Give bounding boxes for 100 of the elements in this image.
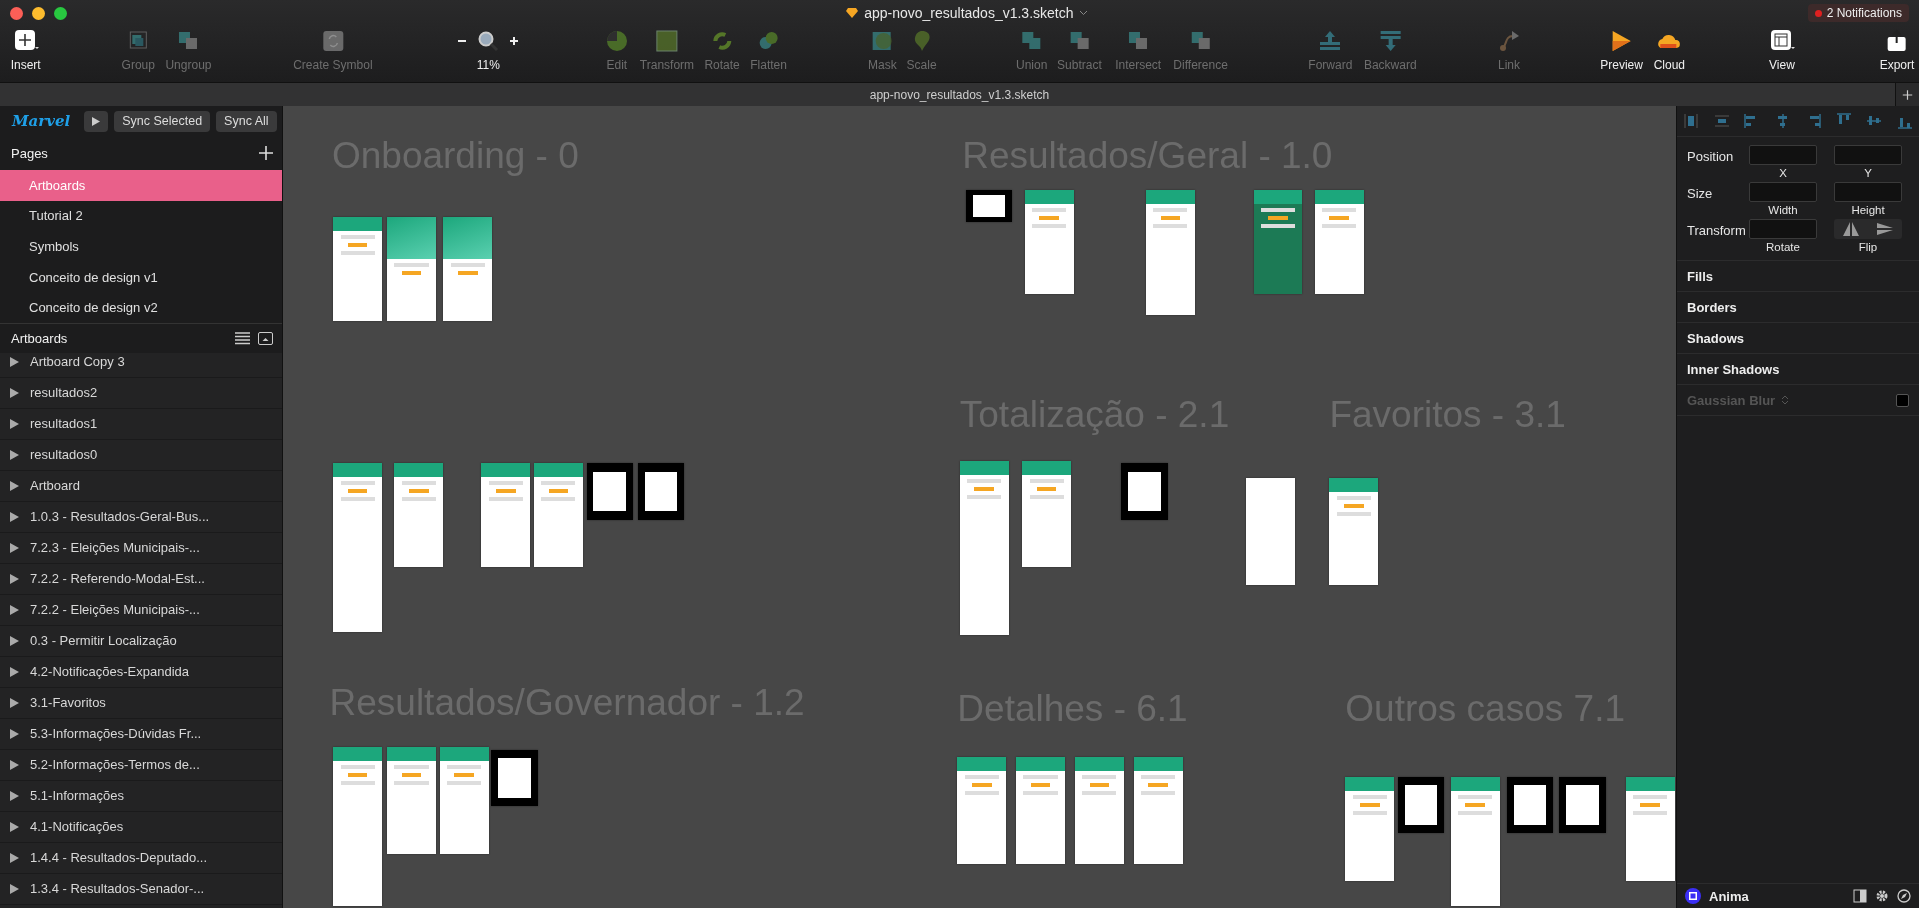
export-tool[interactable]: Export: [1879, 29, 1915, 72]
artboard-thumbnail[interactable]: [387, 747, 436, 854]
artboard-item[interactable]: 3.1-Favoritos: [0, 687, 282, 719]
artboard-thumbnail[interactable]: [1145, 190, 1195, 316]
page-item[interactable]: Conceito de design v1: [0, 261, 282, 293]
panel-icon[interactable]: [1853, 889, 1867, 903]
disclosure-triangle-icon[interactable]: [10, 697, 19, 708]
artboard-thumbnail[interactable]: [959, 460, 1009, 635]
add-page-icon[interactable]: [259, 146, 273, 160]
flip-vertical-icon[interactable]: [1876, 221, 1894, 237]
number-field[interactable]: [1749, 219, 1817, 239]
inspector-section-title[interactable]: Shadows: [1687, 330, 1745, 346]
artboard-thumbnail[interactable]: [1074, 757, 1124, 864]
disclosure-triangle-icon[interactable]: [10, 666, 19, 677]
artboard-thumbnail[interactable]: [1121, 463, 1168, 520]
disclosure-triangle-icon[interactable]: [10, 480, 19, 491]
artboard-thumbnail[interactable]: [1345, 776, 1395, 881]
cloud-tool[interactable]: Cloud: [1653, 29, 1685, 72]
artboard-thumbnail[interactable]: [333, 217, 383, 322]
artboard-item[interactable]: 5.2-Informações-Termos de...: [0, 749, 282, 781]
artboard-item[interactable]: 1.3.4 - Resultados-Senador-...: [0, 873, 282, 905]
page-item[interactable]: Conceito de design v2: [0, 292, 282, 323]
artboard-thumbnail[interactable]: [965, 190, 1013, 223]
chevron-icon[interactable]: [1079, 10, 1089, 16]
artboard-thumbnail[interactable]: [1253, 190, 1303, 295]
artboard-item[interactable]: 7.2.3 - Eleições Municipais-...: [0, 532, 282, 564]
artboard-thumbnail[interactable]: [481, 463, 531, 568]
zoom-tool[interactable]: 11%: [457, 29, 520, 72]
disclosure-triangle-icon[interactable]: [10, 604, 19, 615]
number-field[interactable]: [1834, 145, 1902, 165]
disclosure-triangle-icon[interactable]: [10, 573, 19, 584]
artboard-item[interactable]: Artboard: [0, 470, 282, 502]
artboard-thumbnail[interactable]: [586, 463, 633, 520]
plus-tool[interactable]: Insert: [10, 29, 41, 72]
artboard-thumbnail[interactable]: [533, 463, 583, 568]
sync-button[interactable]: Sync All: [216, 110, 277, 132]
disclosure-triangle-icon[interactable]: [10, 418, 19, 429]
page-item[interactable]: Symbols: [0, 231, 282, 262]
disclosure-triangle-icon[interactable]: [10, 511, 19, 522]
align-icon[interactable]: [1683, 113, 1699, 129]
disclosure-triangle-icon[interactable]: [10, 728, 19, 739]
checkbox[interactable]: [1896, 393, 1909, 407]
artboard-item[interactable]: 5.1-Informações: [0, 780, 282, 812]
artboard-thumbnail[interactable]: [491, 749, 538, 807]
minimize-button[interactable]: [32, 6, 45, 20]
disclosure-triangle-icon[interactable]: [10, 883, 19, 894]
artboard-item[interactable]: 7.2.2 - Eleições Municipais-...: [0, 594, 282, 626]
artboard-thumbnail[interactable]: [1397, 776, 1445, 833]
artboard-thumbnail[interactable]: [637, 463, 685, 520]
play-button[interactable]: [84, 110, 109, 132]
artboard-item[interactable]: 7.2.2 - Referendo-Modal-Est...: [0, 563, 282, 595]
disclosure-triangle-icon[interactable]: [10, 449, 19, 460]
artboard-item[interactable]: 1.4.4 - Resultados-Deputado...: [0, 842, 282, 874]
compass-icon[interactable]: [1897, 889, 1911, 903]
page-item[interactable]: Tutorial 2: [0, 200, 282, 232]
disclosure-triangle-icon[interactable]: [10, 821, 19, 832]
artboard-thumbnail[interactable]: [1559, 776, 1606, 833]
artboard-thumbnail[interactable]: [1314, 190, 1364, 295]
document-tab[interactable]: app-novo_resultados_v1.3.sketch: [869, 87, 1050, 102]
artboard-thumbnail[interactable]: [333, 747, 383, 907]
artboard-item[interactable]: 5.3-Informações-Dúvidas Fr...: [0, 718, 282, 750]
view-tool[interactable]: View: [1768, 29, 1795, 72]
artboard-thumbnail[interactable]: [1329, 478, 1379, 585]
inspector-section-title[interactable]: Borders: [1687, 299, 1737, 315]
preview-tool[interactable]: Preview: [1600, 29, 1643, 72]
artboard-item[interactable]: 4.1-Notificações: [0, 811, 282, 843]
artboard-thumbnail[interactable]: [1024, 190, 1074, 295]
window-icon[interactable]: [258, 331, 273, 345]
list-icon[interactable]: [235, 331, 250, 345]
artboard-thumbnail[interactable]: [1625, 776, 1675, 881]
artboard-item[interactable]: resultados1: [0, 408, 282, 440]
artboard-item[interactable]: 1.0.3 - Resultados-Geral-Bus...: [0, 501, 282, 533]
number-field[interactable]: [1749, 145, 1817, 165]
align-icon[interactable]: [1713, 113, 1730, 129]
artboard-thumbnail[interactable]: [1506, 776, 1554, 833]
disclosure-triangle-icon[interactable]: [10, 356, 19, 367]
artboard-thumbnail[interactable]: [333, 463, 383, 633]
disclosure-triangle-icon[interactable]: [10, 852, 19, 863]
notifications-badge[interactable]: 2 Notifications: [1807, 4, 1909, 22]
sync-button[interactable]: Sync Selected: [114, 110, 211, 132]
artboard-item[interactable]: Artboard Copy 3: [0, 346, 282, 378]
disclosure-triangle-icon[interactable]: [10, 759, 19, 770]
flip-horizontal-icon[interactable]: [1842, 221, 1860, 237]
artboard-item[interactable]: 4.2-Notificações-Expandida: [0, 656, 282, 688]
artboard-thumbnail[interactable]: [1246, 478, 1296, 585]
number-field[interactable]: [1749, 182, 1817, 202]
artboard-item[interactable]: resultados0: [0, 439, 282, 471]
disclosure-triangle-icon[interactable]: [10, 542, 19, 553]
disclosure-triangle-icon[interactable]: [10, 635, 19, 646]
disclosure-triangle-icon[interactable]: [10, 790, 19, 801]
disclosure-triangle-icon[interactable]: [10, 387, 19, 398]
plus-icon[interactable]: [509, 36, 520, 46]
artboard-thumbnail[interactable]: [394, 463, 444, 568]
inspector-section-title[interactable]: Fills: [1687, 268, 1713, 284]
artboard-thumbnail[interactable]: [1022, 460, 1072, 568]
artboard-thumbnail[interactable]: [1133, 757, 1183, 864]
close-button[interactable]: [10, 6, 23, 20]
artboard-thumbnail[interactable]: [1450, 776, 1500, 907]
artboard-thumbnail[interactable]: [443, 217, 493, 322]
artboard-thumbnail[interactable]: [387, 217, 436, 322]
